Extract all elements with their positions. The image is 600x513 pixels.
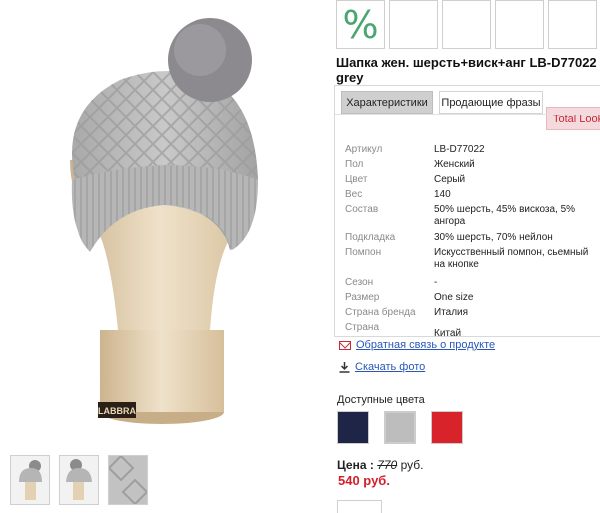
spec-value: Италия [434,307,469,318]
spec-row: Страна производства Китай [345,322,600,337]
spec-label: Пол [345,159,364,170]
svg-text:LABBRA: LABBRA [98,406,136,416]
spec-label: Артикул [345,144,383,155]
feature-icon-3 [442,0,491,49]
spec-value: - [434,277,438,288]
spec-value: One size [434,292,474,303]
available-colors-label: Доступные цвета [337,394,425,406]
spec-value: Женский [434,159,475,170]
spec-row: Артикул LB-D77022 [345,144,600,156]
price-row: Цена : 770 руб. [337,458,423,472]
spec-label: Подкладка [345,232,396,243]
thumbnail-2[interactable] [59,455,99,505]
download-row: Скачать фото [339,361,425,373]
discount-icon: % [336,0,385,49]
product-title: Шапка жен. шерсть+виск+анг LB-D77022 gre… [336,55,597,85]
spec-row: Состав 50% шерсть, 45% вискоза, 5% ангор… [345,204,600,228]
tab-total-looks[interactable]: Total Looks [546,107,600,130]
spec-value: LB-D77022 [434,144,485,155]
spec-row: Помпон Искусственный помпон, сьемный на … [345,247,600,271]
spec-value: Искусственный помпон, сьемный на кнопке [434,247,589,270]
product-main-image[interactable]: LABBRA [0,0,335,445]
spec-label: Вес [345,189,363,200]
spec-label: Сезон [345,277,374,288]
spec-value: 50% шерсть, 45% вискоза, 5% ангора [434,204,576,227]
mail-icon [339,340,351,350]
download-photo-link[interactable]: Скачать фото [355,361,425,373]
spec-label: Страна бренда [345,307,416,318]
spec-row: Страна бренда Италия [345,307,600,319]
thumbnail-3[interactable] [108,455,148,505]
new-price: 540 руб. [338,473,390,488]
spec-table: Артикул LB-D77022 Пол Женский Цвет Серый… [345,144,600,337]
spec-value: 140 [434,189,451,200]
download-icon [339,361,350,373]
spec-value: 30% шерсть, 70% нейлон [434,232,553,243]
spec-label: Размер [345,292,380,303]
spec-row: Вес 140 [345,189,600,201]
spec-row: Цвет Серый [345,174,600,186]
action-button[interactable] [337,500,382,513]
thumbnail-strip [10,455,150,505]
spec-value: Серый [434,174,466,185]
spec-row: Подкладка 30% шерсть, 70% нейлон [345,232,600,244]
price-label: Цена : [337,458,374,472]
color-swatches [337,411,463,444]
feature-icon-5 [548,0,597,49]
feature-icon-4 [495,0,544,49]
old-price-currency: руб. [400,458,424,472]
thumbnail-1[interactable] [10,455,50,505]
spec-row: Сезон - [345,277,600,289]
icon-row: % [336,0,597,49]
spec-label: Состав [345,204,379,215]
spec-value: Китай [434,328,462,337]
feedback-link[interactable]: Обратная связь о продукте [356,339,495,351]
tab-characteristics[interactable]: Характеристики [341,91,433,114]
spec-row: Размер One size [345,292,600,304]
color-swatch-grey[interactable] [384,411,416,444]
old-price: 770 [377,458,398,472]
spec-row: Пол Женский [345,159,600,171]
tab-divider [335,114,600,115]
tab-selling-phrases[interactable]: Продающие фразы [439,91,543,114]
spec-label: Цвет [345,174,368,185]
color-swatch-navy[interactable] [337,411,369,444]
characteristics-panel: Характеристики Продающие фразы Total Loo… [334,85,600,337]
feature-icon-2 [389,0,438,49]
spec-label: Помпон [345,247,382,258]
color-swatch-red[interactable] [431,411,463,444]
spec-label: Страна производства [345,322,408,336]
feedback-row: Обратная связь о продукте [339,339,495,351]
